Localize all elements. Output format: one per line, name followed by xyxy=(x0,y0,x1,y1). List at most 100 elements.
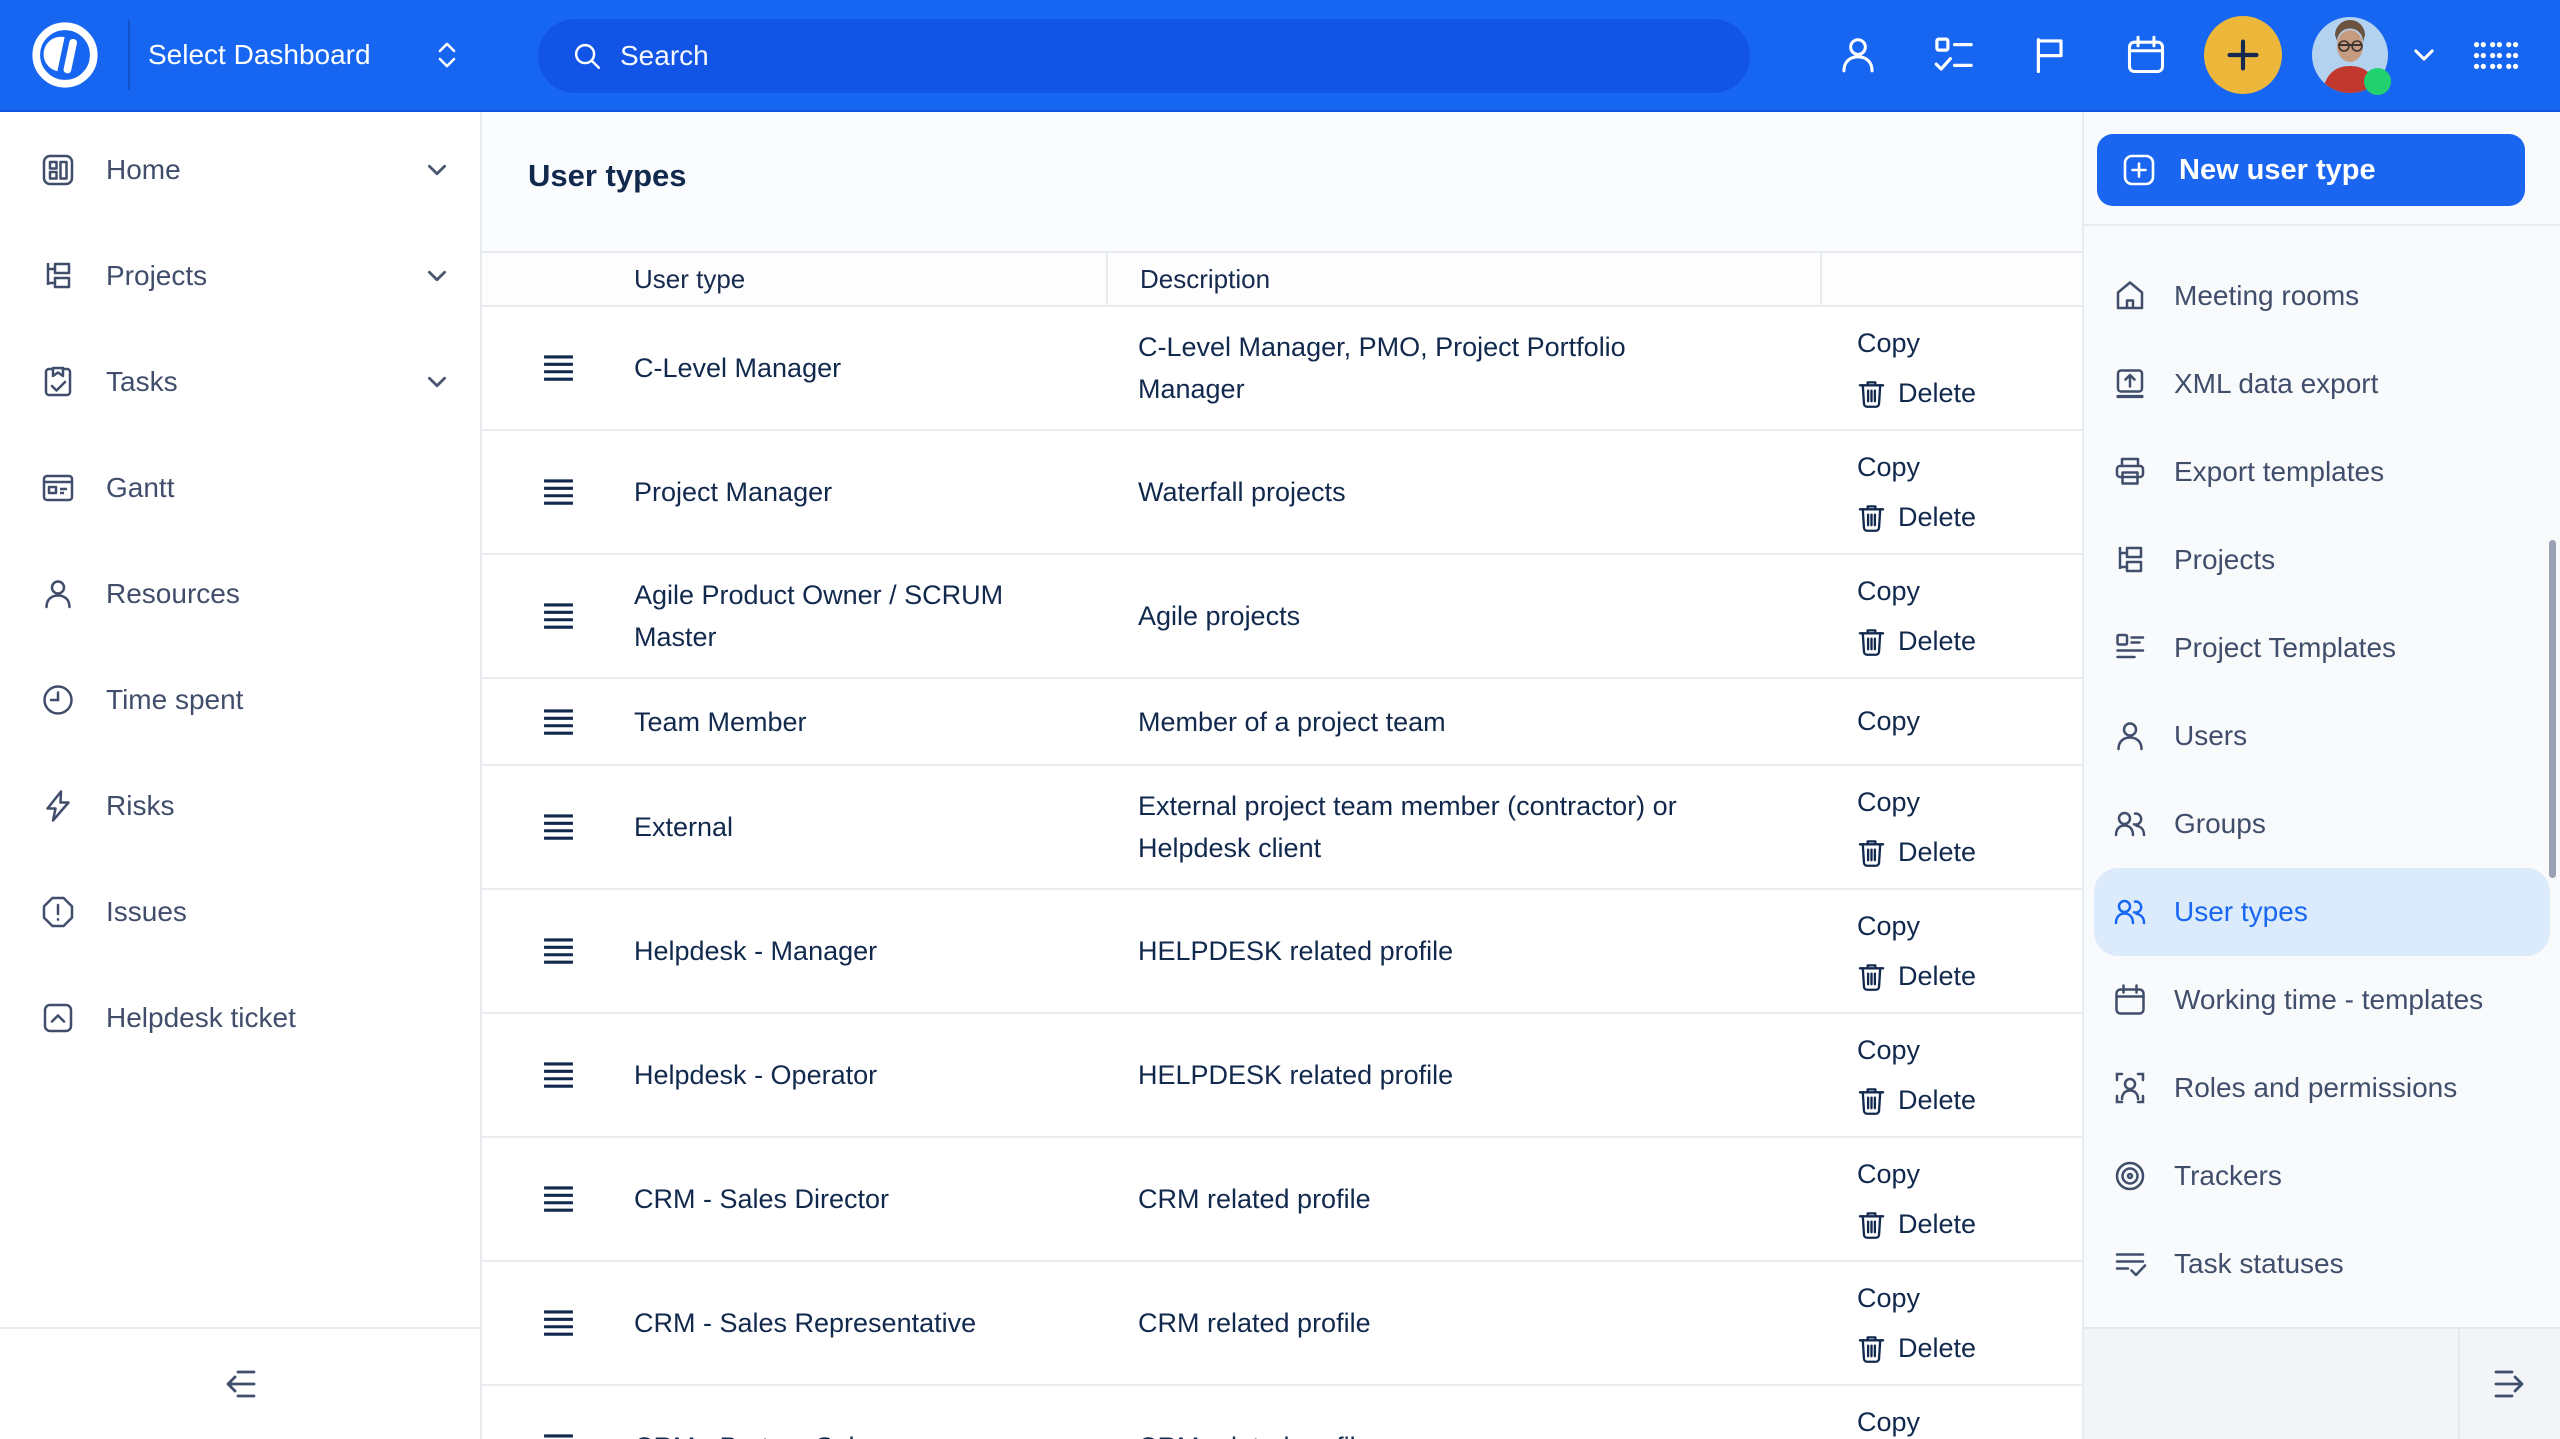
delete-button[interactable]: Delete xyxy=(1857,1078,2082,1122)
collapse-sidebar-button[interactable] xyxy=(220,1367,260,1401)
column-header-user-type[interactable]: User type xyxy=(634,264,1106,295)
trash-icon xyxy=(1857,626,1886,657)
panel-item-user-types[interactable]: User types xyxy=(2094,868,2550,956)
drag-handle-icon[interactable] xyxy=(543,355,574,381)
sidebar-item-resources[interactable]: Resources xyxy=(0,541,480,647)
dashboard-select-label: Select Dashboard xyxy=(148,39,371,71)
box-arrow-up-icon xyxy=(40,1000,76,1036)
delete-label: Delete xyxy=(1898,502,1976,533)
panel-item-meeting-rooms[interactable]: Meeting rooms xyxy=(2094,252,2550,340)
delete-label: Delete xyxy=(1898,1333,1976,1364)
profile-button[interactable] xyxy=(1834,31,1882,79)
delete-button[interactable]: Delete xyxy=(1857,619,2082,663)
global-search[interactable] xyxy=(538,19,1750,93)
collapse-panel-button[interactable] xyxy=(2460,1329,2560,1439)
avatar-menu-chevron[interactable] xyxy=(2410,41,2438,69)
search-input[interactable] xyxy=(620,40,1620,72)
user-type-cell: Helpdesk - Manager xyxy=(634,930,1106,972)
sidebar-item-risks[interactable]: Risks xyxy=(0,753,480,859)
user-type-cell: Project Manager xyxy=(634,471,1106,513)
panel-item-xml-data-export[interactable]: XML data export xyxy=(2094,340,2550,428)
panel-item-task-statuses[interactable]: Task statuses xyxy=(2094,1220,2550,1308)
delete-button[interactable]: Delete xyxy=(1857,954,2082,998)
sidebar-item-label: Gantt xyxy=(106,472,450,504)
row-drag-cell xyxy=(482,1434,634,1439)
panel-item-groups[interactable]: Groups xyxy=(2094,780,2550,868)
copy-button[interactable]: Copy xyxy=(1857,569,2082,613)
delete-button[interactable]: Delete xyxy=(1857,830,2082,874)
panel-item-label: Projects xyxy=(2174,544,2275,576)
my-tasks-button[interactable] xyxy=(1930,31,1978,79)
drag-handle-icon[interactable] xyxy=(543,603,574,629)
sidebar-item-helpdesk-ticket[interactable]: Helpdesk ticket xyxy=(0,965,480,1071)
quick-add-button[interactable] xyxy=(2204,16,2282,94)
trash-icon xyxy=(1857,502,1886,533)
milestones-button[interactable] xyxy=(2026,31,2074,79)
delete-button[interactable]: Delete xyxy=(1857,371,2082,415)
delete-button[interactable]: Delete xyxy=(1857,495,2082,539)
row-actions: Copy Delete xyxy=(1822,700,2082,744)
drag-handle-icon[interactable] xyxy=(543,1434,574,1439)
user-type-cell: Team Member xyxy=(634,701,1106,743)
target-icon xyxy=(2112,1158,2148,1194)
chevron-down-icon xyxy=(424,369,450,395)
project-tree-icon xyxy=(40,258,76,294)
panel-item-working-time-templates[interactable]: Working time - templates xyxy=(2094,956,2550,1044)
copy-label: Copy xyxy=(1857,706,1920,737)
drag-handle-icon[interactable] xyxy=(543,938,574,964)
sidebar-item-issues[interactable]: Issues xyxy=(0,859,480,965)
panel-scrollbar[interactable] xyxy=(2549,540,2556,878)
sidebar-item-tasks[interactable]: Tasks xyxy=(0,329,480,435)
apps-menu-button[interactable] xyxy=(2472,40,2520,71)
sidebar-item-label: Time spent xyxy=(106,684,450,716)
drag-handle-icon[interactable] xyxy=(543,814,574,840)
copy-button[interactable]: Copy xyxy=(1857,1028,2082,1072)
drag-handle-icon[interactable] xyxy=(543,1186,574,1212)
copy-button[interactable]: Copy xyxy=(1857,445,2082,489)
sidebar-item-label: Helpdesk ticket xyxy=(106,1002,450,1034)
description-cell: C-Level Manager, PMO, Project Portfolio … xyxy=(1106,326,1822,410)
delete-button[interactable]: Delete xyxy=(1857,1202,2082,1246)
person-icon xyxy=(2112,718,2148,754)
copy-label: Copy xyxy=(1857,787,1920,818)
panel-item-projects[interactable]: Projects xyxy=(2094,516,2550,604)
dashboard-select[interactable]: Select Dashboard xyxy=(148,0,463,110)
panel-item-trackers[interactable]: Trackers xyxy=(2094,1132,2550,1220)
new-user-type-button[interactable]: New user type xyxy=(2097,134,2525,206)
panel-item-project-templates[interactable]: Project Templates xyxy=(2094,604,2550,692)
column-header-description[interactable]: Description xyxy=(1106,253,1822,305)
copy-button[interactable]: Copy xyxy=(1857,1152,2082,1196)
drag-handle-icon[interactable] xyxy=(543,709,574,735)
easy-project-logo-icon[interactable] xyxy=(26,16,104,94)
collapse-right-icon xyxy=(2490,1367,2530,1401)
drag-handle-icon[interactable] xyxy=(543,1062,574,1088)
user-avatar[interactable] xyxy=(2312,17,2388,93)
copy-button[interactable]: Copy xyxy=(1857,321,2082,365)
panel-item-roles-and-permissions[interactable]: Roles and permissions xyxy=(2094,1044,2550,1132)
plus-icon xyxy=(2221,33,2265,77)
copy-button[interactable]: Copy xyxy=(1857,1276,2082,1320)
calendar-icon xyxy=(2124,33,2168,77)
person-brackets-icon xyxy=(2112,1070,2148,1106)
panel-item-label: Working time - templates xyxy=(2174,984,2483,1016)
checklist-icon xyxy=(1932,33,1976,77)
copy-button[interactable]: Copy xyxy=(1857,904,2082,948)
copy-button[interactable]: Copy xyxy=(1857,700,2082,744)
sidebar-footer xyxy=(0,1327,480,1439)
drag-handle-icon[interactable] xyxy=(543,1310,574,1336)
sidebar-item-home[interactable]: Home xyxy=(0,117,480,223)
panel-item-users[interactable]: Users xyxy=(2094,692,2550,780)
copy-button[interactable]: Copy xyxy=(1857,1400,2082,1439)
delete-button[interactable]: Delete xyxy=(1857,1326,2082,1370)
trash-icon xyxy=(1857,1209,1886,1240)
description-cell: Member of a project team xyxy=(1106,701,1822,743)
calendar-button[interactable] xyxy=(2122,31,2170,79)
sidebar-item-projects[interactable]: Projects xyxy=(0,223,480,329)
sidebar-item-time-spent[interactable]: Time spent xyxy=(0,647,480,753)
panel-item-export-templates[interactable]: Export templates xyxy=(2094,428,2550,516)
drag-handle-icon[interactable] xyxy=(543,479,574,505)
copy-button[interactable]: Copy xyxy=(1857,780,2082,824)
panel-item-label: Trackers xyxy=(2174,1160,2282,1192)
sidebar-item-gantt[interactable]: Gantt xyxy=(0,435,480,541)
row-drag-cell xyxy=(482,603,634,629)
